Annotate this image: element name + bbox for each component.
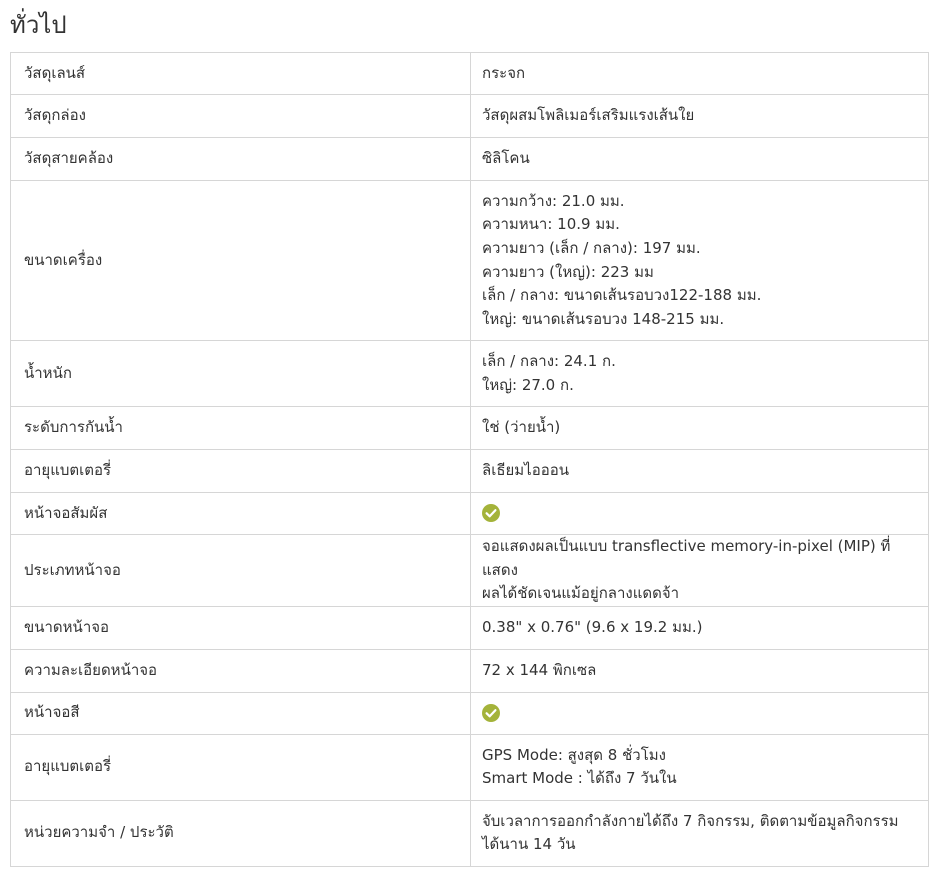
spec-value-line: GPS Mode: สูงสุด 8 ชั่วโมง [482,745,666,764]
check-circle-icon [482,504,500,523]
spec-label: วัสดุสายคล้อง [10,137,471,181]
spec-row: น้ำหนัก เล็ก / กลาง: 24.1 ก. ใหญ่: 27.0 ก. [10,340,929,407]
spec-value-line: ความกว้าง: 21.0 มม. [482,191,625,210]
spec-value: 0.38" x 0.76" (9.6 x 19.2 มม.) [470,605,929,650]
spec-value-line: 72 x 144 พิกเซล [482,660,597,679]
spec-value-line: ใหญ่: ขนาดเส้นรอบวง 148-215 มม. [482,309,725,328]
spec-table: วัสดุเลนส์ กระจกวัสดุกล่อง วัสดุผสมโพลิเมอ… [10,52,929,867]
spec-value: ลิเธียมไอออน [470,449,929,493]
spec-value-line: จอแสดงผลเป็นแบบ transflective memory-in-… [482,537,891,579]
spec-label: ประเภทหน้าจอ [10,534,471,607]
spec-table-body: วัสดุเลนส์ กระจกวัสดุกล่อง วัสดุผสมโพลิเมอ… [10,52,929,867]
spec-row: หน่วยความจำ / ประวัติ จับเวลาการออกกำลังก… [10,799,929,867]
spec-value-line: จับเวลาการออกกำลังกายได้ถึง 7 กิจกรรม, ต… [482,811,899,830]
spec-value-line: เล็ก / กลาง: ขนาดเส้นรอบวง122-188 มม. [482,286,762,305]
spec-value-line: ลิเธียมไอออน [482,461,569,480]
spec-row: อายุแบตเตอรี่ GPS Mode: สูงสุด 8 ชั่วโมง S… [10,733,929,801]
spec-value: ซิลิโคน [470,137,929,181]
spec-value-line: ความยาว (ใหญ่): 223 มม [482,262,654,281]
spec-value-line: Smart Mode : ได้ถึง 7 วันใน [482,769,677,788]
spec-label: ความละเอียดหน้าจอ [10,648,471,693]
spec-row: ความละเอียดหน้าจอ 72 x 144 พิกเซล [10,648,929,693]
spec-row: วัสดุสายคล้อง ซิลิโคน [10,137,929,181]
spec-label: หน้าจอสัมผัส [10,492,471,535]
spec-value: จับเวลาการออกกำลังกายได้ถึง 7 กิจกรรม, ต… [470,799,929,867]
spec-label: หน้าจอสี [10,691,471,735]
spec-value-line: ได้นาน 14 วัน [482,835,576,854]
spec-label: หน่วยความจำ / ประวัติ [10,799,471,867]
spec-value: กระจก [470,52,929,95]
spec-row: วัสดุเลนส์ กระจก [10,52,929,95]
spec-value-line: 0.38" x 0.76" (9.6 x 19.2 มม.) [482,617,703,636]
spec-value [470,492,929,535]
spec-value: 72 x 144 พิกเซล [470,648,929,693]
spec-row: ขนาดเครื่อง ความกว้าง: 21.0 มม. ความหนา: 1… [10,180,929,341]
section-title: ทั่วไป [10,11,67,39]
spec-label: อายุแบตเตอรี่ [10,733,471,801]
spec-value-line: ใช่ (ว่ายน้ำ) [482,418,561,437]
spec-row: ประเภทหน้าจอ จอแสดงผลเป็นแบบ transflectiv… [10,534,929,607]
spec-label: ระดับการกันน้ำ [10,406,471,450]
spec-row: อายุแบตเตอรี่ ลิเธียมไอออน [10,449,929,493]
spec-row: หน้าจอสี [10,691,929,735]
spec-value-line: ความยาว (เล็ก / กลาง): 197 มม. [482,238,701,257]
spec-value: เล็ก / กลาง: 24.1 ก. ใหญ่: 27.0 ก. [470,340,929,407]
spec-value [470,691,929,735]
spec-value-line: กระจก [482,63,526,82]
spec-value-line: ผลได้ชัดเจนแม้อยู่กลางแดดจ้า [482,584,680,603]
spec-label: วัสดุกล่อง [10,94,471,138]
spec-row: หน้าจอสัมผัส [10,492,929,535]
spec-value: วัสดุผสมโพลิเมอร์เสริมแรงเส้นใย [470,94,929,138]
spec-value: ความกว้าง: 21.0 มม. ความหนา: 10.9 มม. ความ… [470,180,929,341]
spec-label: วัสดุเลนส์ [10,52,471,95]
spec-row: ขนาดหน้าจอ 0.38" x 0.76" (9.6 x 19.2 มม.) [10,605,929,650]
spec-label: น้ำหนัก [10,340,471,407]
spec-row: ระดับการกันน้ำ ใช่ (ว่ายน้ำ) [10,406,929,450]
check-circle-icon [482,703,500,722]
spec-value: GPS Mode: สูงสุด 8 ชั่วโมง Smart Mode : ไ… [470,733,929,801]
spec-value-line: ซิลิโคน [482,149,530,168]
spec-value: จอแสดงผลเป็นแบบ transflective memory-in-… [470,534,929,607]
spec-value-line: เล็ก / กลาง: 24.1 ก. [482,351,616,370]
spec-value-line: ความหนา: 10.9 มม. [482,215,620,234]
spec-label: ขนาดหน้าจอ [10,605,471,650]
spec-value: ใช่ (ว่ายน้ำ) [470,406,929,450]
spec-row: วัสดุกล่อง วัสดุผสมโพลิเมอร์เสริมแรงเส้นใ… [10,94,929,138]
spec-value-line: วัสดุผสมโพลิเมอร์เสริมแรงเส้นใย [482,106,695,125]
spec-label: ขนาดเครื่อง [10,180,471,341]
spec-label: อายุแบตเตอรี่ [10,449,471,493]
spec-value-line: ใหญ่: 27.0 ก. [482,375,574,394]
